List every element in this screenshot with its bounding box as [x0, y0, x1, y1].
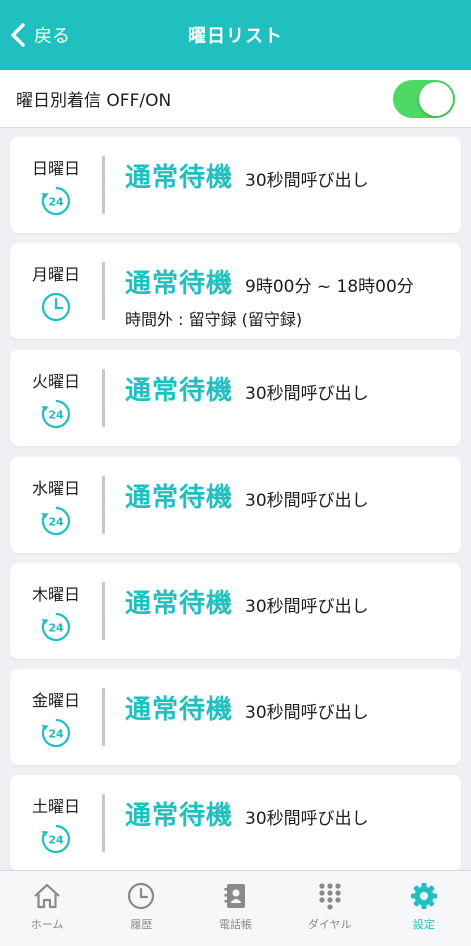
day-label: 火曜日 — [31, 372, 80, 391]
mode-label: 通常待機 — [125, 483, 234, 513]
24h-icon: 24 — [40, 185, 72, 217]
24h-icon: 24 — [40, 505, 72, 537]
clock-icon — [40, 291, 72, 323]
phonebook-icon — [224, 884, 245, 908]
day-card-saturday[interactable]: 土曜日 24 通常待機 30秒間呼び出し — [10, 775, 461, 871]
mode-label: 通常待機 — [125, 801, 234, 831]
day-column: 水曜日 24 — [10, 457, 102, 553]
day-column: 金曜日 24 — [10, 669, 102, 765]
day-card-tuesday[interactable]: 火曜日 24 通常待機 30秒間呼び出し — [10, 350, 461, 446]
day-label: 月曜日 — [31, 265, 80, 284]
mode-detail: 30秒間呼び出し — [245, 171, 369, 191]
mode-label: 通常待機 — [125, 589, 234, 619]
card-divider — [102, 582, 105, 640]
mode-detail: 30秒間呼び出し — [245, 597, 369, 617]
day-content: 通常待機 30秒間呼び出し — [125, 370, 369, 407]
24h-icon: 24 — [40, 611, 72, 643]
mode-label: 通常待機 — [125, 376, 234, 406]
tab-history[interactable]: 履歴 — [94, 871, 188, 946]
weekday-toggle-row: 曜日別着信 OFF/ON — [0, 70, 471, 128]
24h-icon: 24 — [40, 717, 72, 749]
tab-label: ホーム — [30, 918, 64, 931]
back-label: 戻る — [34, 26, 70, 47]
back-button[interactable]: 戻る — [8, 0, 70, 70]
day-card-friday[interactable]: 金曜日 24 通常待機 30秒間呼び出し — [10, 669, 461, 765]
day-column: 日曜日 24 — [10, 137, 102, 233]
svg-text:24: 24 — [48, 516, 64, 529]
day-label: 水曜日 — [31, 479, 80, 498]
mode-detail: 30秒間呼び出し — [245, 703, 369, 723]
tab-label: 履歴 — [130, 918, 153, 931]
day-content: 通常待機 30秒間呼び出し — [125, 477, 369, 514]
card-divider — [102, 688, 105, 746]
day-content: 通常待機 9時00分 ~ 18時00分 時間外 : 留守録 (留守録) — [125, 263, 414, 330]
24h-icon: 24 — [40, 823, 72, 855]
day-column: 土曜日 24 — [10, 775, 102, 871]
day-label: 金曜日 — [31, 691, 80, 710]
card-divider — [102, 156, 105, 214]
card-divider — [102, 794, 105, 852]
tab-settings[interactable]: 設定 — [377, 871, 471, 946]
mode-detail: 30秒間呼び出し — [245, 809, 369, 829]
dialpad-icon — [319, 883, 341, 910]
mode-label: 通常待機 — [125, 269, 234, 299]
day-content: 通常待機 30秒間呼び出し — [125, 795, 369, 832]
tab-label: 電話帳 — [219, 918, 252, 931]
tab-label: ダイヤル — [307, 918, 352, 931]
svg-text:24: 24 — [48, 196, 64, 209]
svg-text:24: 24 — [48, 409, 64, 422]
day-content: 通常待機 30秒間呼び出し — [125, 583, 369, 620]
mode-detail: 30秒間呼び出し — [245, 384, 369, 404]
tab-label: 設定 — [412, 918, 435, 931]
24h-icon: 24 — [40, 398, 72, 430]
home-icon — [34, 883, 60, 909]
day-label: 木曜日 — [31, 585, 80, 604]
day-content: 通常待機 30秒間呼び出し — [125, 689, 369, 726]
card-divider — [102, 369, 105, 427]
svg-text:24: 24 — [48, 728, 64, 741]
day-label: 日曜日 — [31, 159, 80, 178]
toggle-knob — [419, 81, 453, 116]
history-clock-icon — [128, 882, 155, 910]
gear-icon — [410, 883, 437, 909]
weekday-toggle-switch[interactable] — [393, 79, 455, 118]
tab-dial[interactable]: ダイヤル — [283, 871, 377, 946]
mode-extra: 時間外 : 留守録 (留守録) — [125, 310, 303, 329]
bottom-tab-bar: ホーム 履歴 電話帳 ダイヤル 設定 — [0, 870, 471, 946]
svg-text:24: 24 — [48, 622, 64, 635]
day-label: 土曜日 — [31, 797, 80, 816]
tab-home[interactable]: ホーム — [0, 871, 94, 946]
mode-detail: 30秒間呼び出し — [245, 491, 369, 511]
mode-label: 通常待機 — [125, 695, 234, 725]
mode-label: 通常待機 — [125, 163, 234, 193]
mode-detail: 9時00分 ~ 18時00分 — [245, 277, 414, 297]
page-title: 曜日リスト — [188, 26, 283, 47]
card-divider — [102, 476, 105, 534]
day-card-sunday[interactable]: 日曜日 24 通常待機 30秒間呼び出し — [10, 137, 461, 233]
card-divider — [102, 262, 105, 320]
chevron-left-icon — [11, 23, 25, 47]
day-column: 木曜日 24 — [10, 563, 102, 659]
weekday-toggle-label: 曜日別着信 OFF/ON — [16, 91, 172, 111]
day-content: 通常待機 30秒間呼び出し — [125, 157, 369, 194]
tab-phonebook[interactable]: 電話帳 — [188, 871, 282, 946]
day-card-thursday[interactable]: 木曜日 24 通常待機 30秒間呼び出し — [10, 563, 461, 659]
day-column: 月曜日 — [10, 243, 102, 339]
app-header: 戻る 曜日リスト — [0, 0, 471, 70]
day-column: 火曜日 24 — [10, 350, 102, 446]
day-card-wednesday[interactable]: 水曜日 24 通常待機 30秒間呼び出し — [10, 457, 461, 553]
day-card-monday[interactable]: 月曜日 通常待機 9時00分 ~ 18時00分 時間外 : 留守録 (留守録) — [10, 243, 461, 339]
svg-text:24: 24 — [48, 834, 64, 847]
